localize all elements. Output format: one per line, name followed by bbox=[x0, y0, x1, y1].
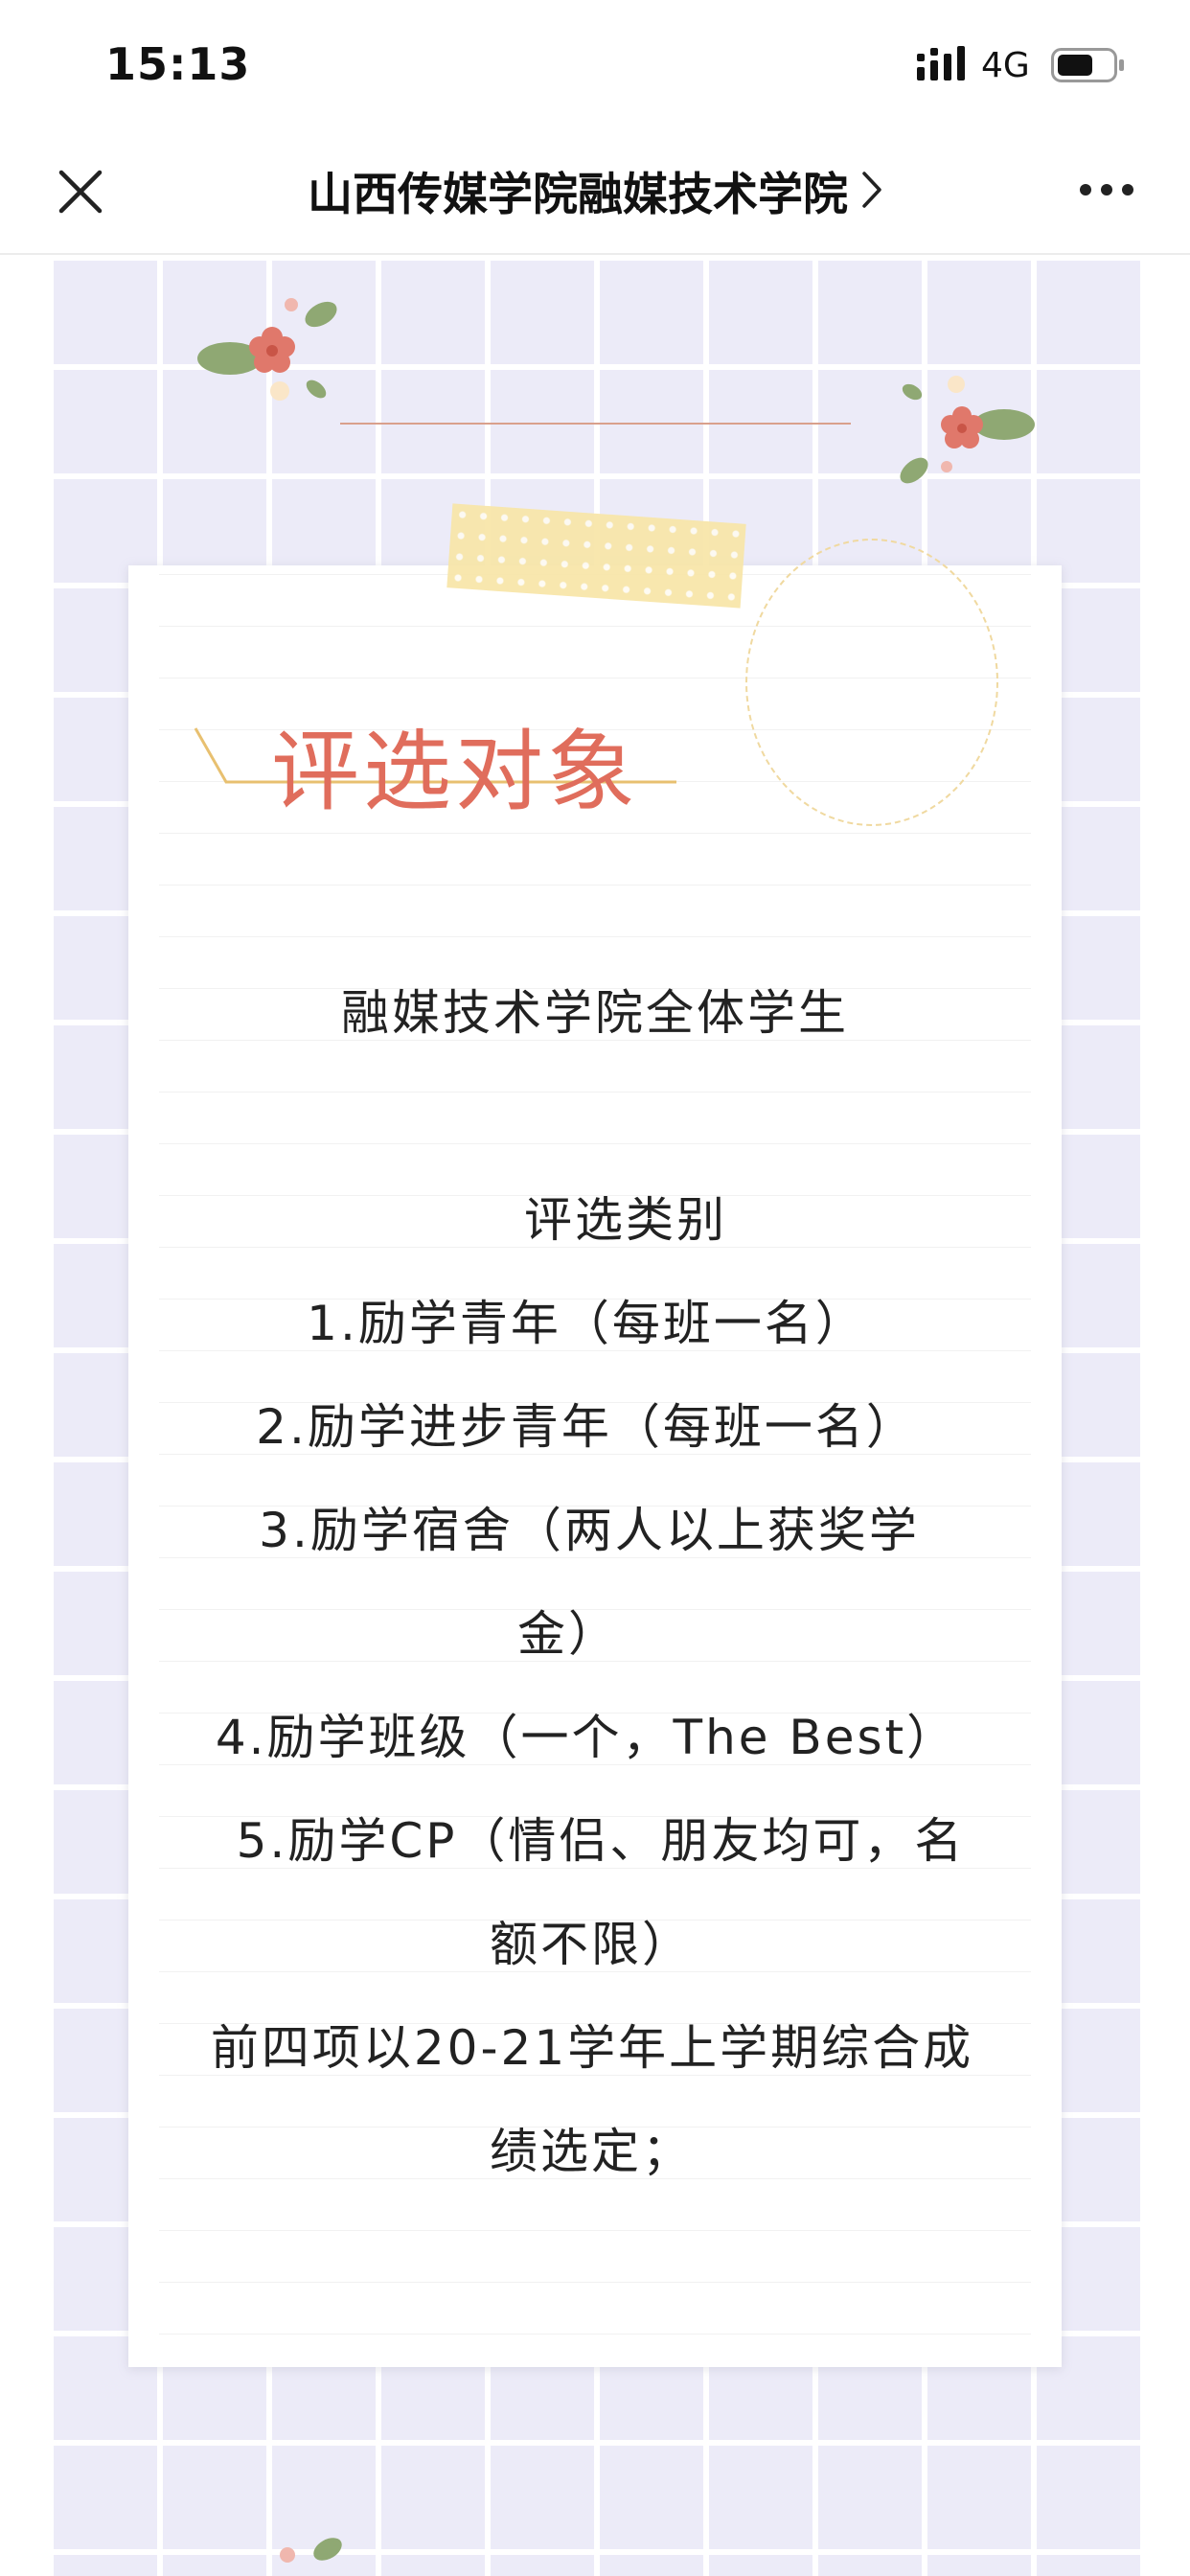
category-line: 绩选定； bbox=[490, 2124, 693, 2179]
target-text: 融媒技术学院全体学生 bbox=[341, 985, 849, 1041]
more-icon[interactable] bbox=[1078, 182, 1135, 197]
category-line: 1.励学青年（每班一名） bbox=[307, 1296, 866, 1351]
nav-bar: 山西传媒学院融媒技术学院 bbox=[0, 126, 1190, 255]
flower-decoration-icon bbox=[900, 376, 1035, 484]
category-line: 2.励学进步青年（每班一名） bbox=[256, 1399, 917, 1455]
account-title-link[interactable]: 山西传媒学院融媒技术学院 bbox=[172, 155, 1018, 224]
section-heading: 评选对象 bbox=[271, 721, 640, 823]
status-time: 15:13 bbox=[105, 38, 251, 90]
category-line: 4.励学班级（一个，The Best） bbox=[215, 1710, 958, 1765]
status-bar: 15:13 4G bbox=[0, 0, 1190, 126]
category-line: 3.励学宿舍（两人以上获奖学 bbox=[259, 1503, 920, 1558]
paper-margin bbox=[1031, 565, 1062, 2367]
chevron-right-icon bbox=[862, 172, 881, 208]
category-line: 金） bbox=[517, 1606, 619, 1662]
flower-decoration-icon bbox=[280, 2538, 342, 2563]
paper-margin bbox=[128, 565, 159, 2367]
flower-decoration-icon bbox=[197, 298, 337, 401]
battery-icon bbox=[1051, 48, 1124, 82]
decorative-line bbox=[340, 423, 851, 425]
paper-card bbox=[128, 565, 1062, 2367]
close-icon[interactable] bbox=[54, 165, 107, 218]
network-label: 4G bbox=[981, 46, 1030, 85]
article-content[interactable]: 评选对象 融媒技术学院全体学生 评选类别 1.励学青年（每班一名） 2.励学进步… bbox=[0, 255, 1190, 2576]
nav-title: 山西传媒学院融媒技术学院 bbox=[308, 168, 848, 221]
signal-icon bbox=[917, 46, 965, 80]
category-title: 评选类别 bbox=[524, 1192, 727, 1248]
category-line: 5.励学CP（情侣、朋友均可，名 bbox=[236, 1813, 966, 1869]
dashed-circle-decoration bbox=[745, 539, 998, 826]
category-line: 前四项以20-21学年上学期综合成 bbox=[210, 2020, 974, 2076]
category-line: 额不限） bbox=[490, 1917, 693, 1972]
